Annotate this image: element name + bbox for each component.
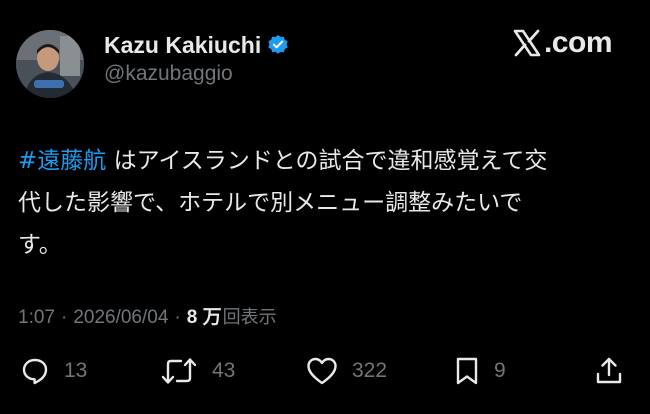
like-button[interactable]: 322	[306, 356, 387, 386]
tweet-meta: 1:07 · 2026/06/04 · 8 万 回表示	[18, 302, 277, 329]
source-domain: .com	[543, 26, 613, 59]
heart-icon	[307, 357, 337, 385]
bookmark-icon	[456, 357, 478, 385]
display-name[interactable]: Kazu Kakiuchi	[104, 32, 261, 59]
tweet-line-3: す。	[18, 232, 62, 258]
reply-count: 13	[64, 359, 88, 382]
meta-separator: ·	[60, 307, 68, 328]
bookmark-button[interactable]: 9	[454, 356, 506, 386]
view-label: 回表示	[222, 307, 277, 328]
repost-button[interactable]: 43	[160, 356, 235, 386]
author-handle[interactable]: @kazubaggio	[104, 62, 233, 86]
source-logo: .com	[512, 26, 613, 60]
tweet-actions: 13 43 322 9	[0, 348, 650, 392]
meta-separator: ·	[174, 307, 181, 328]
avatar-photo	[16, 30, 84, 98]
tweet-line-1: #遠藤航 はアイスランドとの試合で違和感覚えて交	[18, 140, 630, 182]
share-icon	[596, 357, 622, 384]
author-name-row: Kazu Kakiuchi	[104, 28, 289, 62]
reply-button[interactable]: 13	[20, 356, 87, 386]
like-count: 322	[352, 359, 388, 382]
tweet-line-1-text: はアイスランドとの試合で違和感覚えて交	[106, 148, 548, 174]
repost-count: 43	[212, 359, 236, 382]
tweet-line-2: 代した影響で、ホテルで別メニュー調整みたいで	[18, 190, 523, 216]
post-date[interactable]: 2026/06/04	[73, 307, 168, 329]
hashtag-link[interactable]: #遠藤航	[18, 148, 106, 174]
avatar[interactable]	[16, 30, 84, 98]
reply-icon	[22, 358, 48, 385]
post-time[interactable]: 1:07	[18, 307, 55, 329]
repost-icon	[161, 358, 197, 384]
view-count[interactable]: 8 万	[187, 302, 222, 329]
x-logo-icon	[512, 28, 542, 58]
share-button[interactable]	[594, 356, 624, 386]
bookmark-count: 9	[494, 359, 506, 382]
verified-badge-icon	[267, 34, 289, 56]
tweet-text: #遠藤航 はアイスランドとの試合で違和感覚えて交 代した影響で、ホテルで別メニュ…	[18, 140, 630, 266]
